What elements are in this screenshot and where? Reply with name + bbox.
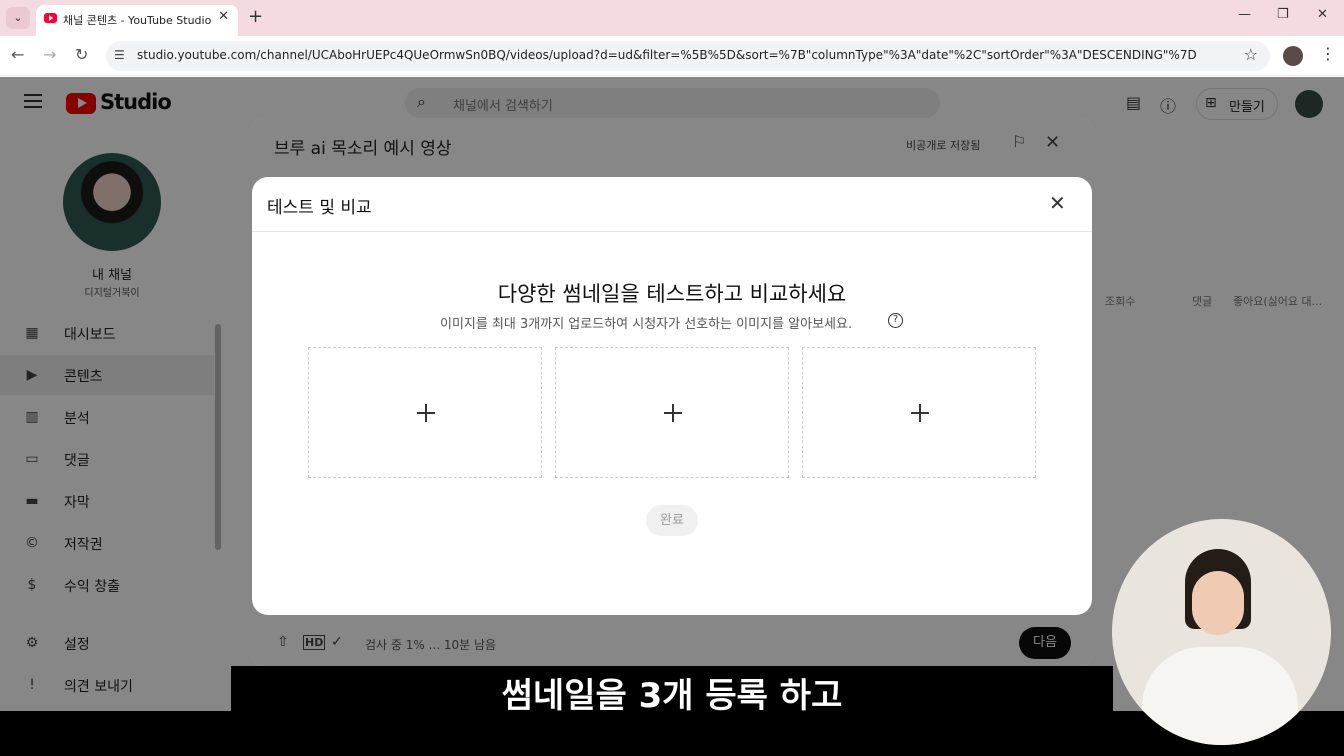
presenter-face	[1192, 571, 1244, 635]
url-text: studio.youtube.com/channel/UCAboHrUEPc4Q…	[137, 48, 1197, 62]
tab-close-icon[interactable]: ✕	[218, 9, 229, 24]
thumbnail-slot-3[interactable]	[802, 347, 1036, 478]
video-caption: 썸네일을 3개 등록 하고	[501, 676, 843, 716]
dialog-heading: 다양한 썸네일을 테스트하고 비교하세요	[497, 282, 847, 306]
tab-search-button[interactable]: ⌄	[6, 7, 30, 29]
browser-toolbar: ← → ↻ ☰ studio.youtube.com/channel/UCAbo…	[0, 36, 1344, 76]
video-caption-bar: 썸네일을 3개 등록 하고	[231, 666, 1113, 716]
mouse-cursor-icon	[986, 593, 993, 605]
tab-title: 채널 콘텐츠 - YouTube Studio	[63, 14, 212, 27]
browser-tab[interactable]: 채널 콘텐츠 - YouTube Studio ✕	[36, 5, 238, 36]
presenter-webcam	[1112, 519, 1331, 745]
reload-icon[interactable]: ↻	[75, 45, 88, 64]
forward-icon[interactable]: →	[43, 45, 56, 64]
thumbnail-slot-1[interactable]	[308, 347, 542, 478]
site-info-icon[interactable]: ☰	[114, 48, 125, 62]
presenter-shirt	[1142, 647, 1298, 745]
browser-profile-icon[interactable]	[1283, 46, 1303, 66]
done-button[interactable]: 완료	[646, 505, 698, 536]
bookmark-star-icon[interactable]: ☆	[1244, 45, 1258, 64]
add-thumbnail-icon	[911, 404, 929, 422]
restore-icon[interactable]: ❐	[1277, 7, 1289, 22]
dialog-close-icon[interactable]: ✕	[1049, 191, 1066, 215]
youtube-favicon-icon	[44, 13, 57, 23]
window-close-icon[interactable]: ✕	[1317, 7, 1328, 22]
address-bar[interactable]: ☰ studio.youtube.com/channel/UCAboHrUEPc…	[106, 41, 1270, 71]
test-compare-dialog: 테스트 및 비교 ✕ 다양한 썸네일을 테스트하고 비교하세요 이미지를 최대 …	[252, 177, 1092, 615]
browser-tab-bar: ⌄ 채널 콘텐츠 - YouTube Studio ✕ + — ❐ ✕	[0, 0, 1344, 36]
add-thumbnail-icon	[664, 404, 682, 422]
help-circle-icon[interactable]: ?	[888, 313, 903, 328]
dialog-description: 이미지를 최대 3개까지 업로드하여 시청자가 선호하는 이미지를 알아보세요.	[440, 317, 853, 332]
minimize-icon[interactable]: —	[1238, 7, 1251, 22]
back-icon[interactable]: ←	[11, 45, 24, 64]
dialog-title: 테스트 및 비교	[267, 198, 372, 218]
browser-menu-icon[interactable]: ⋮	[1320, 44, 1336, 63]
thumbnail-slot-2[interactable]	[555, 347, 789, 478]
dialog-divider	[252, 231, 1092, 232]
new-tab-icon[interactable]: +	[248, 6, 263, 27]
add-thumbnail-icon	[417, 404, 435, 422]
